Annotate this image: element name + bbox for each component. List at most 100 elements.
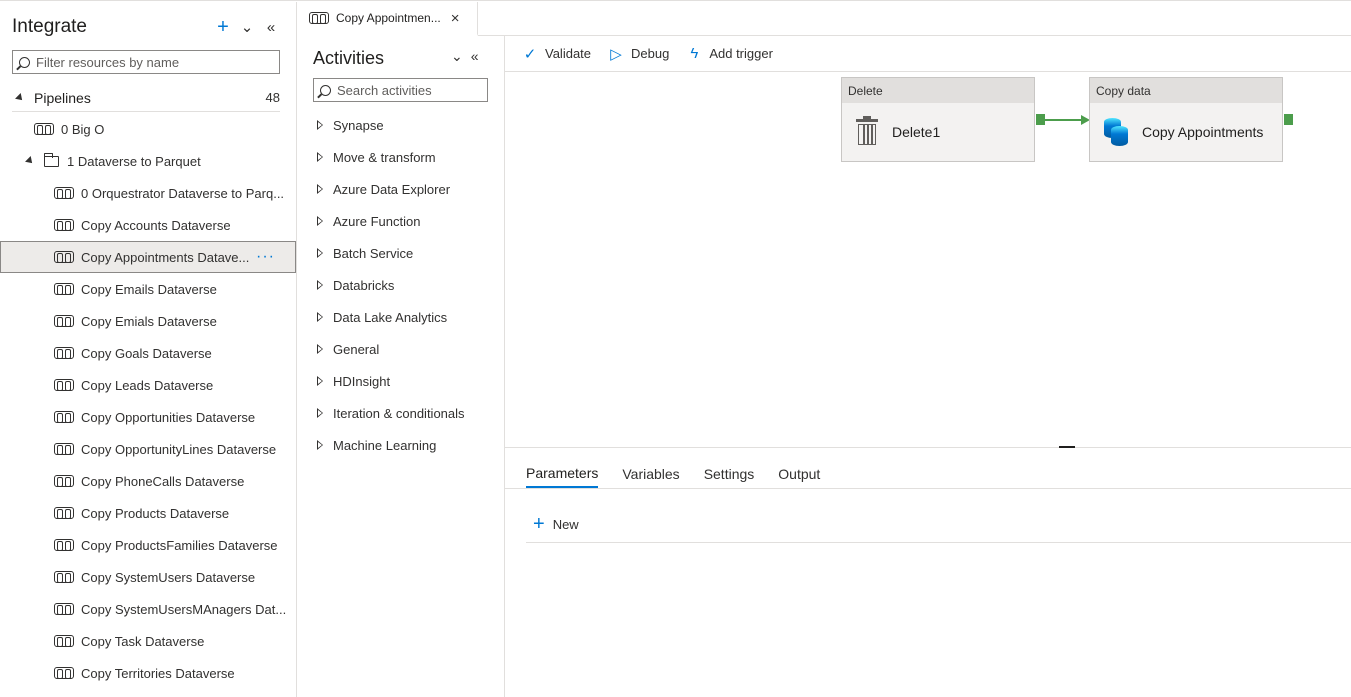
pipeline-canvas[interactable]: Delete Delete1 Copy data Copy Appointmen… <box>505 72 1351 448</box>
tree-item-label: Copy SystemUsersMAnagers Dat... <box>81 601 287 617</box>
pipeline-icon <box>309 12 329 24</box>
caret-right-icon <box>317 344 323 354</box>
pipeline-toolbar: ✓ Validate ▷ Debug ϟ Add trigger <box>505 36 1351 72</box>
caret-right-icon <box>317 184 323 194</box>
tab-output[interactable]: Output <box>778 460 820 488</box>
validate-button[interactable]: ✓ Validate <box>523 45 591 63</box>
more-options-icon[interactable]: ··· <box>256 248 275 266</box>
tree-item-pipeline[interactable]: Copy SystemUsers Dataverse <box>0 561 296 593</box>
activity-group-azure-function[interactable]: Azure Function <box>317 207 420 235</box>
activity-group-label: Move & transform <box>333 149 436 165</box>
add-trigger-button[interactable]: ϟ Add trigger <box>687 45 773 62</box>
pipeline-icon <box>54 443 74 455</box>
tree-item-pipeline[interactable]: Copy Products Dataverse <box>0 497 296 529</box>
search-icon <box>320 84 331 96</box>
tree-item-pipeline[interactable]: Copy Opportunities Dataverse <box>0 401 296 433</box>
tree-item-label: Copy ProductsFamilies Dataverse <box>81 537 278 553</box>
node-type-label: Delete <box>842 78 1034 103</box>
debug-label: Debug <box>631 46 670 61</box>
success-output-port[interactable] <box>1284 114 1293 125</box>
tree-item-pipeline[interactable]: Copy Task Dataverse <box>0 625 296 657</box>
activity-group-machine-learning[interactable]: Machine Learning <box>317 431 436 459</box>
new-label: New <box>552 516 579 532</box>
tree-item-label: Copy Emials Dataverse <box>81 313 217 329</box>
debug-button[interactable]: ▷ Debug <box>609 45 669 63</box>
activity-group-databricks[interactable]: Databricks <box>317 271 394 299</box>
tree-item-label: Copy SystemUsers Dataverse <box>81 569 256 585</box>
tab-settings[interactable]: Settings <box>704 460 755 488</box>
collapse-panel-icon[interactable]: « <box>471 48 479 65</box>
activity-group-iteration-conditionals[interactable]: Iteration & conditionals <box>317 399 465 427</box>
pipeline-icon <box>54 603 74 615</box>
close-icon[interactable]: × <box>451 10 460 27</box>
caret-right-icon <box>317 248 323 258</box>
caret-right-icon <box>317 376 323 386</box>
pipeline-icon <box>54 571 74 583</box>
caret-right-icon <box>317 408 323 418</box>
pipeline-icon <box>54 667 74 679</box>
filter-resources-input-box[interactable] <box>12 50 280 74</box>
tree-item-label: Copy Accounts Dataverse <box>81 217 231 233</box>
activity-group-hdinsight[interactable]: HDInsight <box>317 367 390 395</box>
tree-item-pipeline[interactable]: Copy Goals Dataverse <box>0 337 296 369</box>
tree-item-pipeline[interactable]: Copy Emails Dataverse <box>0 273 296 305</box>
tree-item-label: Copy PhoneCalls Dataverse <box>81 473 245 489</box>
collapse-all-icon[interactable]: ⌄ <box>236 16 258 38</box>
activity-group-move-transform[interactable]: Move & transform <box>317 143 436 171</box>
activity-group-label: Databricks <box>333 277 395 293</box>
activity-group-batch-service[interactable]: Batch Service <box>317 239 413 267</box>
tree-folder-dataverse-to-parquet[interactable]: 1 Dataverse to Parquet <box>0 145 296 177</box>
pipeline-icon <box>34 123 54 135</box>
tree-item-pipeline[interactable]: Copy SystemUsersMAnagers Dat... <box>0 593 296 625</box>
tree-item-label: Copy Opportunities Dataverse <box>81 409 256 425</box>
collapse-all-icon[interactable]: ⌄ <box>451 48 463 65</box>
tree-item-pipeline[interactable]: Copy ProductsFamilies Dataverse <box>0 529 296 561</box>
properties-tabs: Parameters Variables Settings Output <box>526 460 820 488</box>
success-output-port[interactable] <box>1036 114 1045 125</box>
success-connector[interactable] <box>1045 119 1083 121</box>
tab-variables[interactable]: Variables <box>622 460 679 488</box>
tree-item-pipeline[interactable]: 0 Orquestrator Dataverse to Parq... <box>0 177 296 209</box>
pipeline-icon <box>54 347 74 359</box>
activity-group-synapse[interactable]: Synapse <box>317 111 384 139</box>
activity-group-azure-data-explorer[interactable]: Azure Data Explorer <box>317 175 450 203</box>
tab-parameters[interactable]: Parameters <box>526 460 599 488</box>
filter-resources-input[interactable] <box>36 54 279 70</box>
tree-item-pipeline[interactable]: Copy Accounts Dataverse <box>0 209 296 241</box>
panel-splitter <box>505 447 1351 448</box>
activity-group-label: Iteration & conditionals <box>333 405 465 421</box>
tree-item-label: Copy Appointments Datave... <box>81 249 250 265</box>
activities-controls: ⌄ « <box>451 48 479 65</box>
tree-item-pipeline[interactable]: Copy Territories Dataverse <box>0 657 296 689</box>
tree-item-pipeline[interactable]: Copy Leads Dataverse <box>0 369 296 401</box>
pipeline-icon <box>54 219 74 231</box>
expand-caret-icon[interactable] <box>25 156 35 166</box>
activity-group-label: General <box>333 341 380 357</box>
tree-item-label: Copy Goals Dataverse <box>81 345 212 361</box>
trash-icon <box>856 116 878 145</box>
add-icon[interactable]: + <box>212 16 234 38</box>
tabs-divider <box>505 488 1351 489</box>
pipelines-group-header[interactable]: Pipelines 48 <box>12 84 280 112</box>
resize-handle[interactable] <box>1059 446 1075 448</box>
tab-copy-appointments[interactable]: Copy Appointmen... × <box>297 2 478 36</box>
tree-item-label: 1 Dataverse to Parquet <box>67 153 201 169</box>
activity-node-delete[interactable]: Delete Delete1 <box>841 77 1035 162</box>
activity-group-data-lake-analytics[interactable]: Data Lake Analytics <box>317 303 447 331</box>
search-activities-box[interactable] <box>313 78 488 102</box>
new-parameter-button[interactable]: + New <box>533 514 579 534</box>
tree-item-pipeline[interactable]: Copy PhoneCalls Dataverse <box>0 465 296 497</box>
lightning-icon: ϟ <box>690 45 699 62</box>
tree-item-big-o[interactable]: 0 Big O <box>0 113 296 145</box>
pipeline-icon <box>54 539 74 551</box>
activity-node-copy-data[interactable]: Copy data Copy Appointments <box>1089 77 1283 162</box>
collapse-panel-icon[interactable]: « <box>260 16 282 38</box>
search-activities-input[interactable] <box>337 82 487 98</box>
tree-item-pipeline[interactable]: Copy OpportunityLines Dataverse <box>0 433 296 465</box>
activity-group-general[interactable]: General <box>317 335 379 363</box>
tree-item-pipeline[interactable]: Copy Emials Dataverse <box>0 305 296 337</box>
caret-right-icon <box>317 216 323 226</box>
expand-caret-icon[interactable] <box>15 92 25 103</box>
tree-item-label: Copy Products Dataverse <box>81 505 230 521</box>
tree-item-pipeline-selected[interactable]: Copy Appointments Datave... ··· <box>0 241 296 273</box>
